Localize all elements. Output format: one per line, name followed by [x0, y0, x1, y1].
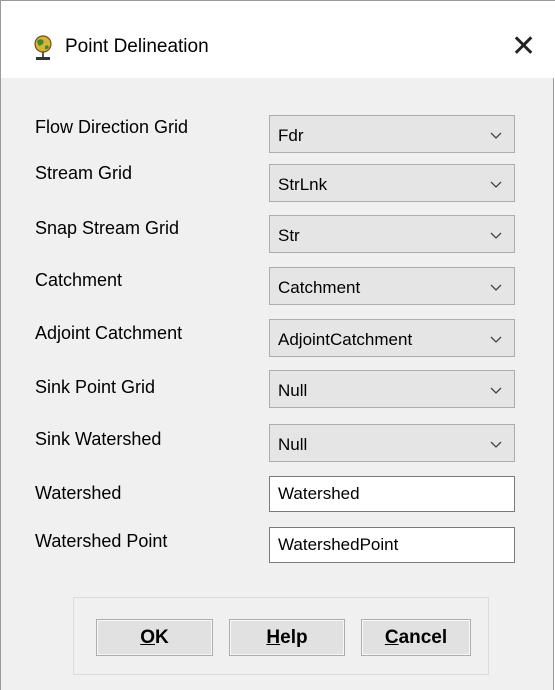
label-sink-watershed: Sink Watershed: [35, 429, 162, 449]
watershed-point-field[interactable]: [269, 527, 515, 563]
chevron-down-icon: [490, 232, 502, 239]
dialog-title: Point Delineation: [65, 36, 209, 57]
combo-sink-watershed[interactable]: Null: [269, 424, 515, 462]
close-icon: ✕: [511, 29, 537, 64]
chevron-down-icon: [490, 284, 502, 291]
button-group: OK Help Cancel: [73, 597, 489, 675]
combo-value: Catchment: [278, 278, 361, 297]
chevron-down-icon: [490, 441, 502, 448]
close-button[interactable]: ✕: [491, 14, 553, 78]
combo-stream-grid[interactable]: StrLnk: [269, 164, 515, 202]
combo-flow-direction-grid[interactable]: Fdr: [269, 115, 515, 153]
combo-snap-stream-grid[interactable]: Str: [269, 215, 515, 253]
window-top-strip: [1, 0, 555, 14]
label-flow-direction-grid: Flow Direction Grid: [35, 117, 189, 137]
watershed-point-input[interactable]: [270, 528, 514, 562]
combo-value: Str: [278, 226, 300, 245]
watershed-input[interactable]: [270, 477, 514, 511]
combo-value: Fdr: [278, 126, 304, 145]
cancel-label-rest: ancel: [398, 627, 448, 648]
globe-pin-icon: [34, 35, 52, 60]
label-stream-grid: Stream Grid: [35, 163, 133, 183]
label-catchment: Catchment: [35, 270, 123, 290]
chevron-down-icon: [490, 387, 502, 394]
chevron-down-icon: [490, 336, 502, 343]
ok-button[interactable]: OK: [96, 619, 213, 656]
combo-value: Null: [278, 435, 308, 454]
combo-sink-point-grid[interactable]: Null: [269, 370, 515, 408]
watershed-field[interactable]: [269, 476, 515, 512]
cancel-button[interactable]: Cancel: [361, 619, 471, 656]
chevron-down-icon: [490, 181, 502, 188]
help-button[interactable]: Help: [229, 619, 345, 656]
label-watershed: Watershed: [35, 483, 122, 503]
chevron-down-icon: [490, 132, 502, 139]
ok-label-rest: K: [155, 627, 169, 648]
combo-value: AdjointCatchment: [278, 330, 413, 349]
point-delineation-dialog: Point Delineation ✕ Flow Direction Grid …: [0, 0, 555, 690]
help-label-rest: elp: [280, 627, 308, 648]
label-sink-point-grid: Sink Point Grid: [35, 377, 156, 397]
combo-value: Null: [278, 381, 308, 400]
combo-value: StrLnk: [278, 175, 328, 194]
combo-catchment[interactable]: Catchment: [269, 267, 515, 305]
label-watershed-point: Watershed Point: [35, 531, 168, 551]
help-mnemonic: H: [266, 627, 281, 648]
label-adjoint-catchment: Adjoint Catchment: [35, 323, 183, 343]
label-snap-stream-grid: Snap Stream Grid: [35, 218, 180, 238]
cancel-mnemonic: C: [384, 627, 399, 648]
combo-adjoint-catchment[interactable]: AdjointCatchment: [269, 319, 515, 357]
ok-mnemonic: O: [140, 627, 156, 648]
